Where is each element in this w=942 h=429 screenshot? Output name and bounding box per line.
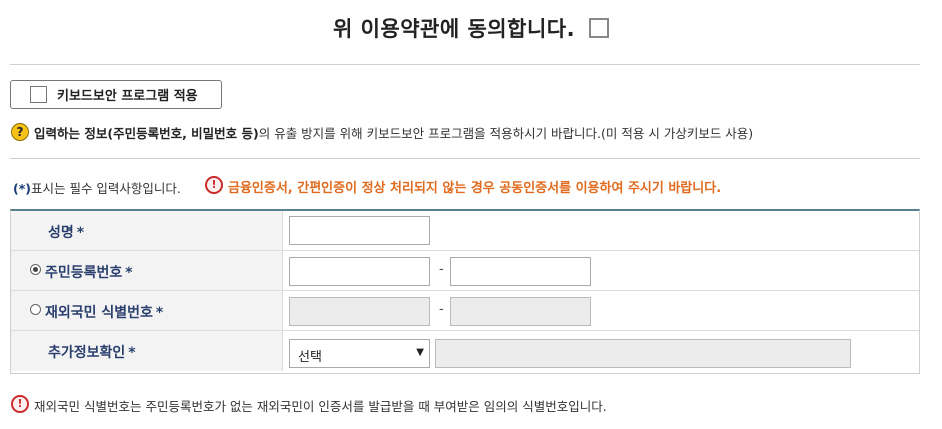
separator: - xyxy=(439,262,444,277)
foreign-number-second-input[interactable] xyxy=(450,297,591,326)
security-note: 입력하는 정보(주민등록번호, 비밀번호 등)의 유출 방지를 위해 키보드보안… xyxy=(34,123,753,142)
extra-check-label: 추가정보확인 * xyxy=(48,345,136,361)
identity-form: 성명 * 주민등록번호 * - 재외국민 식별번호 * - 추가정보확인 * 선택 ▼ xyxy=(10,209,920,374)
foreign-number-footnote: 재외국민 식별번호는 주민등록번호가 없는 재외국민이 인증서를 발급받을 때 … xyxy=(34,399,607,414)
resident-number-first-input[interactable] xyxy=(289,257,430,286)
exclamation-circle-icon: ! xyxy=(11,395,29,413)
separator: - xyxy=(439,302,444,317)
caret-down-icon: ▼ xyxy=(416,347,424,358)
terms-agreement-text: 위 이용약관에 동의합니다. xyxy=(332,17,576,41)
required-text: 표시는 필수 입력사항입니다. xyxy=(30,181,181,196)
label-cell: 주민등록번호 * xyxy=(11,251,283,290)
foreign-number-label: 재외국민 식별번호 * xyxy=(45,305,164,321)
form-row-foreign-number: 재외국민 식별번호 * - xyxy=(11,291,919,331)
exclamation-circle-icon: ! xyxy=(205,176,223,194)
foreign-number-radio[interactable] xyxy=(30,304,41,315)
terms-agreement-checkbox[interactable] xyxy=(589,18,610,38)
form-row-name: 성명 * xyxy=(11,211,919,251)
security-note-bold: 입력하는 정보(주민등록번호, 비밀번호 등) xyxy=(34,126,259,141)
divider xyxy=(10,158,920,159)
extra-check-select[interactable]: 선택 ▼ xyxy=(289,339,430,368)
foreign-number-first-input[interactable] xyxy=(289,297,430,326)
form-row-extra-check: 추가정보확인 * 선택 ▼ xyxy=(11,331,919,371)
name-label: 성명 * xyxy=(48,225,85,241)
required-star: (*) xyxy=(13,181,31,196)
resident-number-second-input[interactable] xyxy=(450,257,591,286)
extra-check-select-value: 선택 xyxy=(298,350,322,365)
question-circle-icon: ? xyxy=(11,123,29,141)
required-note: (*)표시는 필수 입력사항입니다. xyxy=(13,178,181,197)
label-cell: 재외국민 식별번호 * xyxy=(11,291,283,330)
terms-agreement: 위 이용약관에 동의합니다. xyxy=(0,13,942,43)
resident-number-radio[interactable] xyxy=(30,264,41,275)
divider xyxy=(10,64,920,65)
keyboard-security-button[interactable]: 키보드보안 프로그램 적용 xyxy=(10,80,222,109)
name-input[interactable] xyxy=(289,216,430,245)
label-cell: 성명 * xyxy=(11,211,283,250)
security-note-rest: 의 유출 방지를 위해 키보드보안 프로그램을 적용하시기 바랍니다.(미 적용… xyxy=(258,126,754,141)
extra-check-detail-input[interactable] xyxy=(435,339,851,368)
keyboard-security-label: 키보드보안 프로그램 적용 xyxy=(57,89,198,104)
resident-number-label: 주민등록번호 * xyxy=(45,265,133,281)
label-cell: 추가정보확인 * xyxy=(11,331,283,371)
certificate-warning: 금융인증서, 간편인증이 정상 처리되지 않는 경우 공동인증서를 이용하여 주… xyxy=(228,181,722,196)
form-row-resident-number: 주민등록번호 * - xyxy=(11,251,919,291)
keyboard-security-checkbox[interactable] xyxy=(30,86,47,103)
